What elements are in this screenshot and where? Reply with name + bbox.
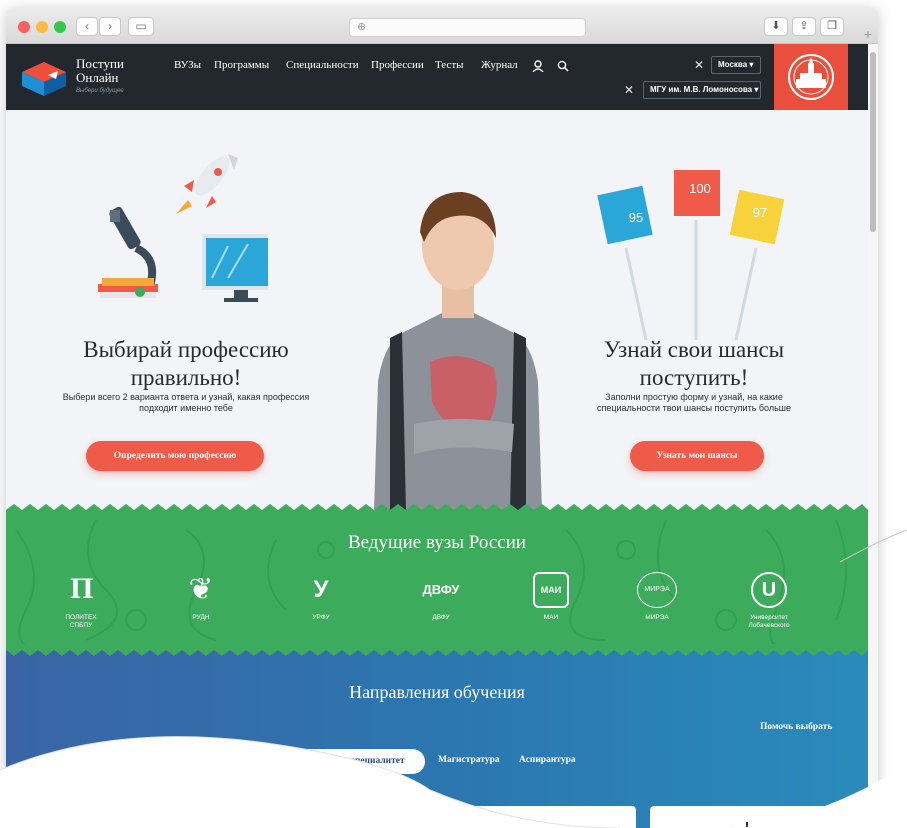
site-header: Поступи Онлайн Выбери будущее ВУЗы Прогр…: [6, 44, 868, 126]
lobachevsky-logo-icon: U: [751, 572, 787, 608]
download-icon[interactable]: ⬇: [764, 17, 788, 36]
forward-button[interactable]: ›: [99, 17, 121, 36]
monitor-icon: [202, 234, 268, 302]
help-choose-link[interactable]: Помочь выбрать: [760, 722, 832, 732]
tab-postgraduate[interactable]: Аспирантура: [519, 755, 576, 765]
page-scrollbar[interactable]: [868, 44, 878, 828]
science-illustration: [98, 154, 268, 302]
brand-line-1: Поступи: [76, 56, 124, 71]
universities-title: Ведущие вузы России: [347, 532, 527, 553]
rocket-icon: [176, 154, 238, 214]
university-mai-label: МАИ: [543, 614, 559, 621]
left-hero-subtitle: Выбери всего 2 варианта ответа и узнай, …: [36, 392, 336, 414]
zigzag-edge-bottom: [6, 644, 868, 656]
search-icon[interactable]: [557, 60, 569, 72]
tab-master[interactable]: Магистратура: [438, 755, 500, 765]
right-hero-subtitle-line-1: Заполни простую форму и узнай, на какие: [605, 392, 783, 402]
university-spbpu-label-1: ПОЛИТЕХ: [65, 614, 97, 621]
rudn-crest-icon: ❦: [188, 573, 214, 606]
university-dvfu[interactable]: ДВФУ ДВФУ: [406, 572, 476, 622]
browser-toolbar: ‹ › ▭ ⊕ ⬇ ⇪ ❐ +: [6, 8, 878, 44]
know-chances-button[interactable]: Узнать мои шансы: [630, 441, 764, 471]
university-mirea[interactable]: МИРЭА МИРЭА: [622, 572, 692, 622]
mirea-logo-icon: МИРЭА: [637, 572, 677, 608]
university-urfu-label: УРФУ: [312, 614, 330, 621]
scrollbar-thumb[interactable]: [870, 52, 876, 232]
brand-tagline: Выбери будущее: [76, 88, 124, 94]
right-hero-subtitle-line-2: специальности твои шансы поступить больш…: [596, 403, 792, 413]
menu-item-vuzy[interactable]: ВУЗы: [174, 59, 201, 71]
university-select[interactable]: МГУ им. М.В. Ломоносова ▾: [643, 81, 761, 99]
university-lobachevsky[interactable]: U Университет Лобачевского: [734, 572, 804, 630]
menu-item-specialties[interactable]: Специальности: [286, 59, 359, 71]
web-page: Поступи Онлайн Выбери будущее ВУЗы Прогр…: [6, 44, 868, 828]
address-bar[interactable]: ⊕: [349, 18, 586, 37]
left-hero-title-line-2: правильно!: [130, 365, 242, 390]
urfu-logo-icon: У: [313, 576, 329, 603]
left-hero-title: Выбирай профессию правильно!: [36, 336, 336, 392]
menu-item-professions[interactable]: Профессии: [371, 59, 424, 71]
directions-section: [6, 644, 868, 828]
score-label-95: 95: [628, 210, 644, 225]
mai-logo-icon: МАИ: [533, 572, 569, 608]
university-lobachevsky-label-1: Университет: [750, 614, 788, 621]
university-rudn-label: РУДН: [192, 614, 210, 621]
left-hero-title-line-1: Выбирай профессию: [83, 337, 289, 362]
microscope-icon: [98, 206, 158, 298]
mgu-emblem-icon: [788, 54, 834, 100]
brand-line-2: Онлайн: [76, 70, 119, 85]
brand-name[interactable]: Поступи Онлайн: [76, 57, 124, 85]
back-button[interactable]: ‹: [76, 17, 98, 36]
dvfu-logo-icon: ДВФУ: [422, 582, 460, 597]
right-hero-title-line-1: Узнай свои шансы: [603, 337, 785, 362]
sidebar-toggle-icon[interactable]: ▭: [128, 17, 154, 36]
left-hero-subtitle-line-2: подходит именно тебе: [139, 403, 233, 413]
university-urfu[interactable]: У УРФУ: [286, 572, 356, 622]
close-window-button[interactable]: [18, 21, 30, 33]
direction-card-business[interactable]: [441, 806, 636, 828]
left-hero-subtitle-line-1: Выбери всего 2 варианта ответа и узнай, …: [62, 392, 310, 402]
university-lobachevsky-label-2: Лобачевского: [748, 622, 790, 629]
university-mai[interactable]: МАИ МАИ: [516, 572, 586, 622]
city-select[interactable]: Москва ▾: [711, 56, 761, 74]
clear-university-icon[interactable]: ✕: [624, 83, 634, 97]
right-hero-title: Узнай свои шансы поступить!: [554, 336, 834, 392]
browser-window: ‹ › ▭ ⊕ ⬇ ⇪ ❐ + Поступи Онлайн Выбери бу…: [6, 8, 878, 828]
user-icon[interactable]: [532, 60, 544, 72]
score-label-100: 100: [689, 181, 711, 196]
share-icon[interactable]: ⇪: [792, 17, 816, 36]
student-photo: [374, 192, 542, 512]
scales-icon: [731, 822, 763, 828]
direction-card-law[interactable]: [650, 806, 845, 828]
university-spbpu[interactable]: Π ПОЛИТЕХ СПБПУ: [46, 572, 116, 630]
tab-bachelor[interactable]: Бакалавриат, специалитет: [270, 749, 425, 774]
university-rudn[interactable]: ❦ РУДН: [166, 572, 236, 622]
new-tab-button[interactable]: +: [858, 24, 878, 44]
spbpu-logo-icon: Π: [70, 572, 94, 605]
right-hero-subtitle: Заполни простую форму и узнай, на какие …: [554, 392, 834, 414]
site-logo[interactable]: [22, 58, 66, 96]
address-icon: ⊕: [357, 21, 367, 33]
right-hero-title-line-2: поступить!: [639, 365, 749, 390]
clear-city-icon[interactable]: ✕: [694, 58, 704, 72]
university-dvfu-label: ДВФУ: [432, 614, 450, 621]
menu-item-programs[interactable]: Программы: [214, 59, 269, 71]
define-profession-button[interactable]: Определить мою профессию: [86, 441, 264, 471]
menu-item-journal[interactable]: Журнал: [481, 59, 518, 71]
directions-title: Направления обучения: [349, 682, 525, 702]
university-mirea-label: МИРЭА: [645, 614, 669, 621]
maximize-window-button[interactable]: [54, 21, 66, 33]
score-label-97: 97: [752, 205, 768, 220]
tabs-icon[interactable]: ❐: [820, 17, 844, 36]
screenshot-stage: ‹ › ▭ ⊕ ⬇ ⇪ ❐ + Поступи Онлайн Выбери бу…: [0, 0, 907, 828]
minimize-window-button[interactable]: [36, 21, 48, 33]
university-spbpu-label-2: СПБПУ: [69, 622, 93, 629]
menu-item-tests[interactable]: Тесты: [435, 59, 464, 71]
